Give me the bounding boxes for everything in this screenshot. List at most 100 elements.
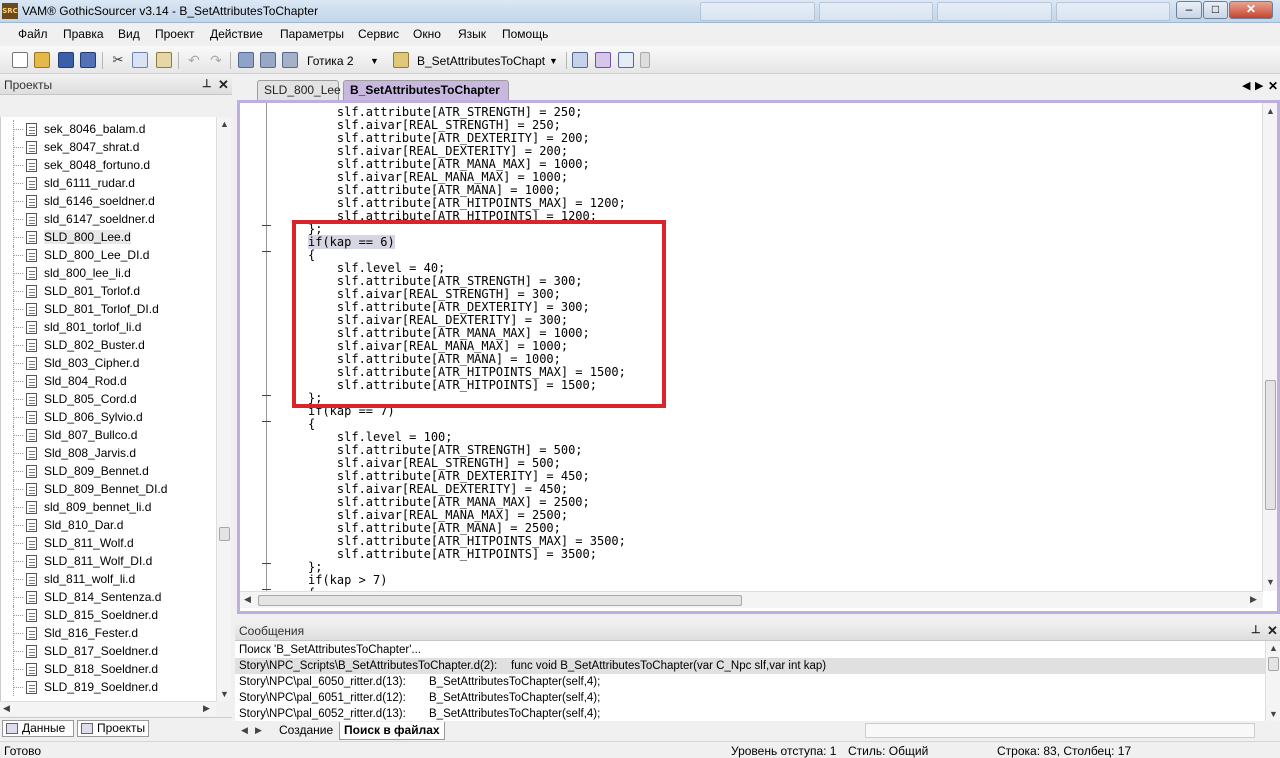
- tree-item[interactable]: SLD_800_Lee_DI.d: [1, 246, 216, 264]
- minimize-button[interactable]: –: [1176, 1, 1202, 19]
- new-file-icon[interactable]: [12, 52, 28, 68]
- tree-item[interactable]: Sld_810_Dar.d: [1, 516, 216, 534]
- function-select[interactable]: B_SetAttributesToChapt: [417, 52, 557, 70]
- compile-icon[interactable]: [238, 52, 254, 68]
- menu-params[interactable]: Параметры: [280, 27, 344, 41]
- tab-scroll-left-icon[interactable]: ◀: [1242, 79, 1250, 92]
- cut-icon[interactable]: ✂: [110, 52, 126, 68]
- editor-hscrollbar[interactable]: ◀ ▶: [240, 591, 1263, 608]
- menu-language[interactable]: Язык: [458, 27, 486, 41]
- tree-item[interactable]: SLD_809_Bennet.d: [1, 462, 216, 480]
- tree-item[interactable]: Sld_808_Jarvis.d: [1, 444, 216, 462]
- tree-item[interactable]: SLD_801_Torlof.d: [1, 282, 216, 300]
- file-icon: [26, 321, 37, 334]
- chevron-down-icon[interactable]: ▼: [549, 52, 558, 70]
- message-line[interactable]: Story\NPC\pal_6050_ritter.d(13): B_SetAtt…: [235, 674, 1265, 690]
- file-icon: [26, 591, 37, 604]
- message-line[interactable]: Story\NPC\pal_6052_ritter.d(13): B_SetAtt…: [235, 706, 1265, 721]
- tree-item[interactable]: sld_809_bennet_li.d: [1, 498, 216, 516]
- tab-scroll-right-icon[interactable]: ▶: [1255, 79, 1263, 92]
- tree-item[interactable]: Sld_816_Fester.d: [1, 624, 216, 642]
- tree-item[interactable]: SLD_800_Lee.d: [1, 228, 216, 246]
- tree-item[interactable]: sld_800_lee_li.d: [1, 264, 216, 282]
- tree-item[interactable]: SLD_806_Sylvio.d: [1, 408, 216, 426]
- tree-item[interactable]: sek_8048_fortuno.d: [1, 156, 216, 174]
- tree-item[interactable]: Sld_803_Cipher.d: [1, 354, 216, 372]
- status-bar: Готово Уровень отступа: 1 Стиль: Общий С…: [0, 741, 1280, 758]
- save-icon[interactable]: [58, 52, 74, 68]
- tree-item[interactable]: SLD_802_Buster.d: [1, 336, 216, 354]
- menu-service[interactable]: Сервис: [358, 27, 399, 41]
- menu-edit[interactable]: Правка: [63, 27, 104, 41]
- restore-button[interactable]: □: [1203, 1, 1228, 19]
- project-tree-hscrollbar[interactable]: ◀ ▶: [0, 701, 216, 716]
- message-line[interactable]: Story\NPC\pal_6051_ritter.d(12): B_SetAtt…: [235, 690, 1265, 706]
- open-folder-icon[interactable]: [34, 52, 50, 68]
- replace-icon[interactable]: [595, 52, 611, 68]
- menu-view[interactable]: Вид: [118, 27, 140, 41]
- project-tree-scrollbar[interactable]: ▲ ▼: [216, 117, 231, 701]
- close-icon[interactable]: ✕: [218, 77, 229, 93]
- tab-left-icon[interactable]: ◀: [241, 725, 248, 736]
- tree-item[interactable]: sek_8046_balam.d: [1, 120, 216, 138]
- tree-item[interactable]: SLD_801_Torlof_DI.d: [1, 300, 216, 318]
- redo-icon[interactable]: ↷: [208, 52, 224, 68]
- copy-icon[interactable]: [132, 52, 148, 68]
- tree-item[interactable]: sld_6147_soeldner.d: [1, 210, 216, 228]
- menu-project[interactable]: Проект: [155, 27, 195, 41]
- tree-item[interactable]: SLD_819_Soeldner.d: [1, 678, 216, 696]
- tree-item[interactable]: sld_6146_soeldner.d: [1, 192, 216, 210]
- tree-item[interactable]: sld_6111_rudar.d: [1, 174, 216, 192]
- menu-help[interactable]: Помощь: [502, 27, 548, 41]
- editor-vscrollbar[interactable]: ▲ ▼: [1262, 103, 1277, 591]
- tree-item-label: SLD_801_Torlof.d: [44, 284, 141, 298]
- message-line[interactable]: Story\NPC_Scripts\B_SetAttributesToChapt…: [235, 658, 1265, 674]
- tree-item[interactable]: SLD_815_Soeldner.d: [1, 606, 216, 624]
- message-text: B_SetAttributesToChapter(self,4);: [429, 692, 601, 704]
- menu-file[interactable]: Файл: [18, 27, 48, 41]
- tree-item-label: SLD_800_Lee.d: [44, 230, 131, 244]
- paste-icon[interactable]: [156, 52, 172, 68]
- toolbar-overflow-icon[interactable]: [640, 52, 650, 68]
- find-icon[interactable]: [572, 52, 588, 68]
- tab-sld-800-lee[interactable]: SLD_800_Lee: [257, 80, 341, 100]
- settings-icon[interactable]: [282, 52, 298, 68]
- tab-find-in-files[interactable]: Поиск в файлах: [339, 722, 445, 740]
- tree-item[interactable]: SLD_809_Bennet_DI.d: [1, 480, 216, 498]
- function-icon: [393, 52, 409, 68]
- compile-all-icon[interactable]: [260, 52, 276, 68]
- tree-item[interactable]: sld_801_torlof_li.d: [1, 318, 216, 336]
- close-tab-icon[interactable]: ✕: [1268, 79, 1278, 93]
- tree-item[interactable]: sld_811_wolf_li.d: [1, 570, 216, 588]
- code-editor[interactable]: slf.attribute[ATR_STRENGTH] = 250; slf.a…: [237, 100, 1280, 614]
- tab-build[interactable]: Создание: [275, 722, 337, 739]
- chevron-down-icon[interactable]: ▼: [370, 52, 379, 70]
- file-icon: [26, 213, 37, 226]
- close-icon[interactable]: ✕: [1267, 623, 1278, 639]
- messages-scrollbar[interactable]: ▲ ▼: [1265, 641, 1280, 721]
- tree-item[interactable]: SLD_817_Soeldner.d: [1, 642, 216, 660]
- tab-right-icon[interactable]: ▶: [255, 725, 262, 736]
- pin-icon[interactable]: ⊥: [1251, 623, 1261, 636]
- menu-action[interactable]: Действие: [210, 27, 263, 41]
- tab-projects[interactable]: Проекты: [77, 720, 149, 737]
- tree-item[interactable]: SLD_805_Cord.d: [1, 390, 216, 408]
- tree-item[interactable]: Sld_804_Rod.d: [1, 372, 216, 390]
- messages-hscrollbar[interactable]: [865, 723, 1255, 738]
- tree-item[interactable]: SLD_811_Wolf.d: [1, 534, 216, 552]
- list-icon[interactable]: [618, 52, 634, 68]
- close-button[interactable]: ✕: [1229, 1, 1273, 19]
- undo-icon[interactable]: ↶: [186, 52, 202, 68]
- pin-icon[interactable]: ⊥: [202, 77, 212, 90]
- tree-item[interactable]: Sld_807_Bullco.d: [1, 426, 216, 444]
- menu-window[interactable]: Окно: [413, 27, 441, 41]
- message-line[interactable]: Поиск 'B_SetAttributesToChapter'...: [235, 642, 1265, 658]
- tree-item-label: sld_811_wolf_li.d: [44, 572, 136, 586]
- tree-item[interactable]: SLD_814_Sentenza.d: [1, 588, 216, 606]
- tree-item[interactable]: sek_8047_shrat.d: [1, 138, 216, 156]
- tree-item[interactable]: SLD_818_Soeldner.d: [1, 660, 216, 678]
- tree-item[interactable]: SLD_811_Wolf_DI.d: [1, 552, 216, 570]
- tab-b-setattributestochapter[interactable]: B_SetAttributesToChapter: [343, 80, 509, 100]
- save-all-icon[interactable]: [80, 52, 96, 68]
- tab-data[interactable]: Данные: [2, 720, 74, 737]
